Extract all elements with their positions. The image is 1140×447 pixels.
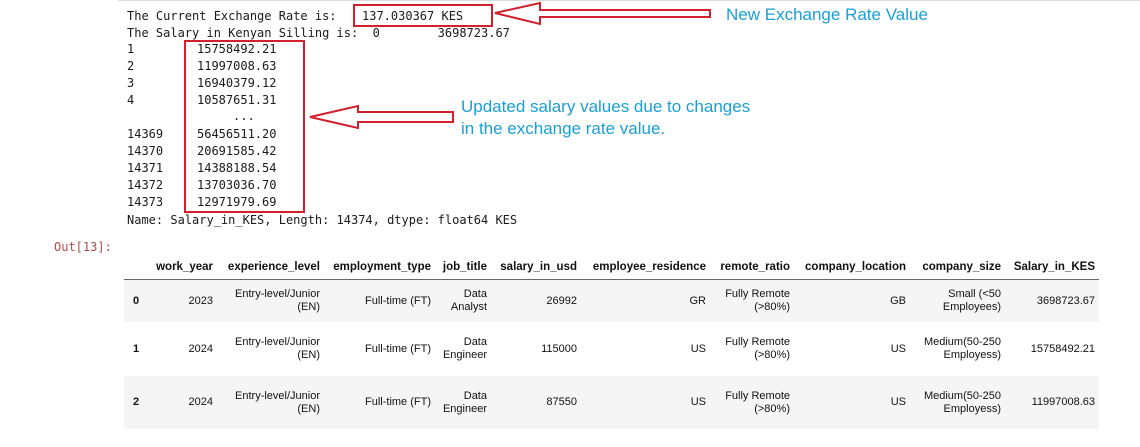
- cell-employment-type: Full-time (FT): [365, 342, 431, 355]
- cell-salary-usd: 115000: [541, 342, 577, 355]
- cell-remote-ratio: Fully Remote (>80%): [710, 279, 794, 322]
- row-index: 0: [124, 279, 151, 322]
- column-header: employment_type: [324, 255, 435, 280]
- cell-employee-residence: GR: [581, 279, 710, 322]
- left-arrow-icon: [309, 104, 454, 130]
- row-index: 1: [133, 342, 140, 355]
- dataframe-table: work_year experience_level employment_ty…: [124, 255, 1099, 429]
- salary-note-line2: in the exchange rate value.: [461, 119, 666, 138]
- cell-employment-type: Full-time (FT): [324, 376, 435, 429]
- cell-experience-level: Entry-level/Junior (EN): [217, 376, 324, 429]
- cell-job-title: Data Engineer: [442, 336, 487, 361]
- cell-company-location: US: [890, 342, 906, 355]
- cell-company-size: Medium(50-250 Employess): [910, 376, 1005, 429]
- cell-employment-type: Full-time (FT): [324, 279, 435, 322]
- table-row: 0 2023 Entry-level/Junior (EN) Full-time…: [124, 279, 1099, 322]
- cell-job-title: Data Engineer: [435, 376, 491, 429]
- column-header: experience_level: [217, 255, 324, 280]
- cell-work-year: 2023: [151, 279, 217, 322]
- cell-remote-ratio: Fully Remote (>80%): [710, 376, 794, 429]
- column-header: work_year: [151, 255, 217, 280]
- cell-work-year: 2024: [188, 342, 213, 355]
- salary-note-line1: Updated salary values due to changes: [461, 97, 751, 116]
- cell-salary-usd: 26992: [491, 279, 581, 322]
- cell-employee-residence: US: [690, 342, 706, 355]
- column-header: employee_residence: [581, 255, 710, 280]
- left-arrow-icon: [494, 1, 711, 26]
- cell-salary-kes: 15758492.21: [1030, 342, 1095, 355]
- cell-job-title: Data Analyst: [435, 279, 491, 322]
- cell-salary-usd: 87550: [491, 376, 581, 429]
- cell-salary-kes: 11997008.63: [1005, 376, 1099, 429]
- cell-company-size: Small (<50 Employees): [910, 279, 1005, 322]
- table-header-row: work_year experience_level employment_ty…: [124, 255, 1099, 280]
- column-header: [124, 255, 151, 280]
- cell-company-size: Medium(50-250 Employess): [923, 336, 1001, 361]
- column-header: company_size: [910, 255, 1005, 280]
- cell-experience-level: Entry-level/Junior (EN): [235, 336, 320, 361]
- output-prompt: Out[13]:: [54, 240, 112, 254]
- table-row: 2 2024 Entry-level/Junior (EN) Full-time…: [124, 376, 1099, 429]
- cell-company-location: GB: [794, 279, 910, 322]
- cell-salary-kes: 3698723.67: [1005, 279, 1099, 322]
- row-index: 2: [124, 376, 151, 429]
- column-header: remote_ratio: [710, 255, 794, 280]
- column-header: Salary_in_KES: [1005, 255, 1099, 280]
- cell-employee-residence: US: [581, 376, 710, 429]
- column-header: company_location: [794, 255, 910, 280]
- cell-company-location: US: [794, 376, 910, 429]
- cell-experience-level: Entry-level/Junior (EN): [217, 279, 324, 322]
- column-header: salary_in_usd: [491, 255, 581, 280]
- column-header: job_title: [435, 255, 491, 280]
- cell-work-year: 2024: [151, 376, 217, 429]
- table-row: 1 2024 Entry-level/Junior (EN) Full-time…: [124, 322, 1099, 376]
- cell-remote-ratio: Fully Remote (>80%): [725, 336, 790, 361]
- rate-note: New Exchange Rate Value: [726, 5, 928, 24]
